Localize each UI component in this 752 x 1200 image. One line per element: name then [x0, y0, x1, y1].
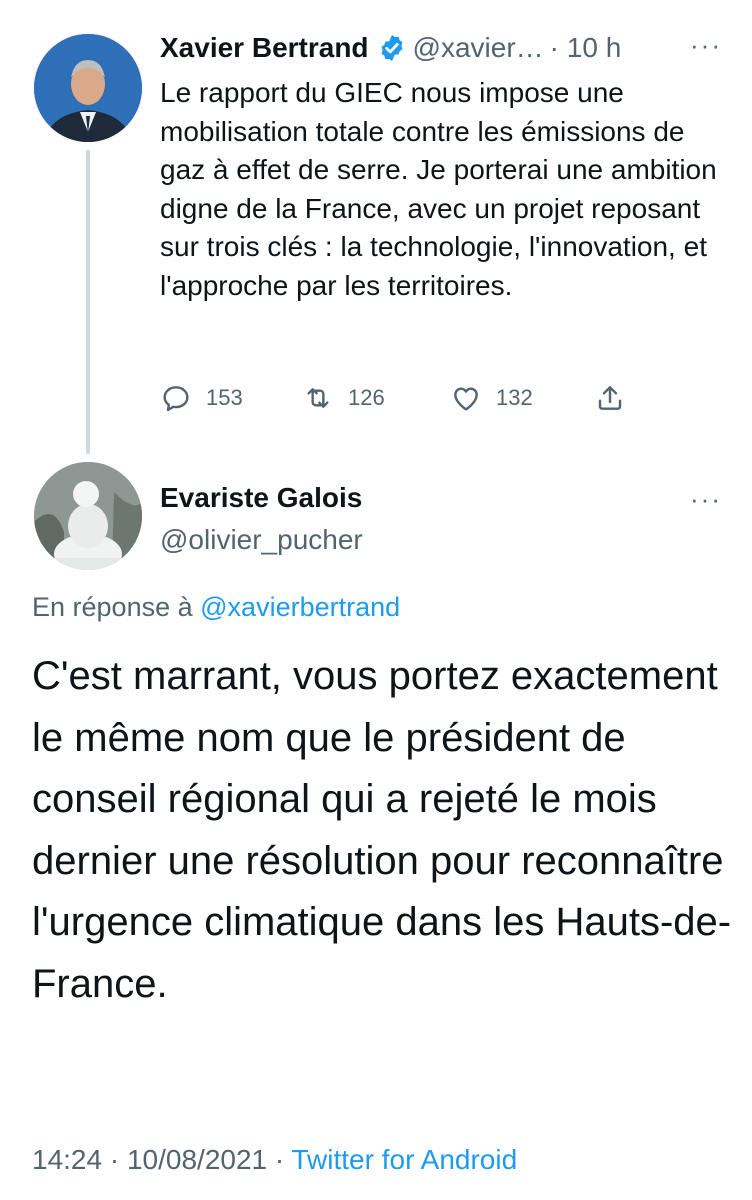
reply-button[interactable]: 153: [160, 382, 243, 414]
parent-author-name[interactable]: Xavier Bertrand: [160, 32, 369, 64]
verified-badge-icon: [381, 34, 403, 62]
tweet-meta-line: 14:24 · 10/08/2021 · Twitter for Android: [32, 1144, 517, 1176]
parent-tweet-text: Le rapport du GIEC nous impose une mobil…: [160, 77, 717, 301]
thread-connector-line: [86, 150, 90, 454]
avatar-photo: [34, 462, 142, 570]
heart-icon: [454, 387, 478, 411]
reply-count: 153: [206, 385, 243, 410]
avatar-photo: [34, 34, 142, 142]
meta-separator: ·: [109, 1144, 120, 1175]
avatar-xavier-bertrand[interactable]: [34, 34, 142, 142]
reply-tweet-text: C'est marrant, vous portez exactement le…: [32, 654, 732, 1006]
tweet-source-link[interactable]: Twitter for Android: [292, 1144, 518, 1175]
parent-more-options-icon[interactable]: ···: [690, 30, 722, 61]
reply-author-name[interactable]: Evariste Galois: [160, 482, 362, 514]
avatar-evariste-galois[interactable]: [34, 462, 142, 570]
share-button[interactable]: [594, 382, 626, 414]
reply-icon: [163, 386, 189, 412]
tweet-time: 14:24: [32, 1144, 103, 1175]
in-reply-to-line: En réponse à @xavierbertrand: [32, 592, 400, 623]
reply-more-options-icon[interactable]: ···: [690, 484, 722, 515]
meta-separator: ·: [274, 1144, 285, 1175]
retweet-icon: [307, 388, 329, 408]
parent-tweet-time[interactable]: · 10 h: [550, 32, 622, 64]
tweet-date: 10/08/2021: [126, 1144, 268, 1175]
in-reply-mention-link[interactable]: @xavierbertrand: [200, 592, 400, 622]
parent-tweet-header: Xavier Bertrand @xavier… · 10 h: [160, 28, 621, 68]
share-icon: [598, 386, 622, 410]
like-count: 132: [496, 385, 533, 410]
retweet-button[interactable]: 126: [302, 382, 385, 414]
retweet-count: 126: [348, 385, 385, 410]
in-reply-prefix: En réponse à: [32, 592, 193, 622]
parent-author-handle[interactable]: @xavier…: [413, 32, 544, 64]
reply-author-handle[interactable]: @olivier_pucher: [160, 524, 363, 556]
like-button[interactable]: 132: [450, 382, 533, 414]
